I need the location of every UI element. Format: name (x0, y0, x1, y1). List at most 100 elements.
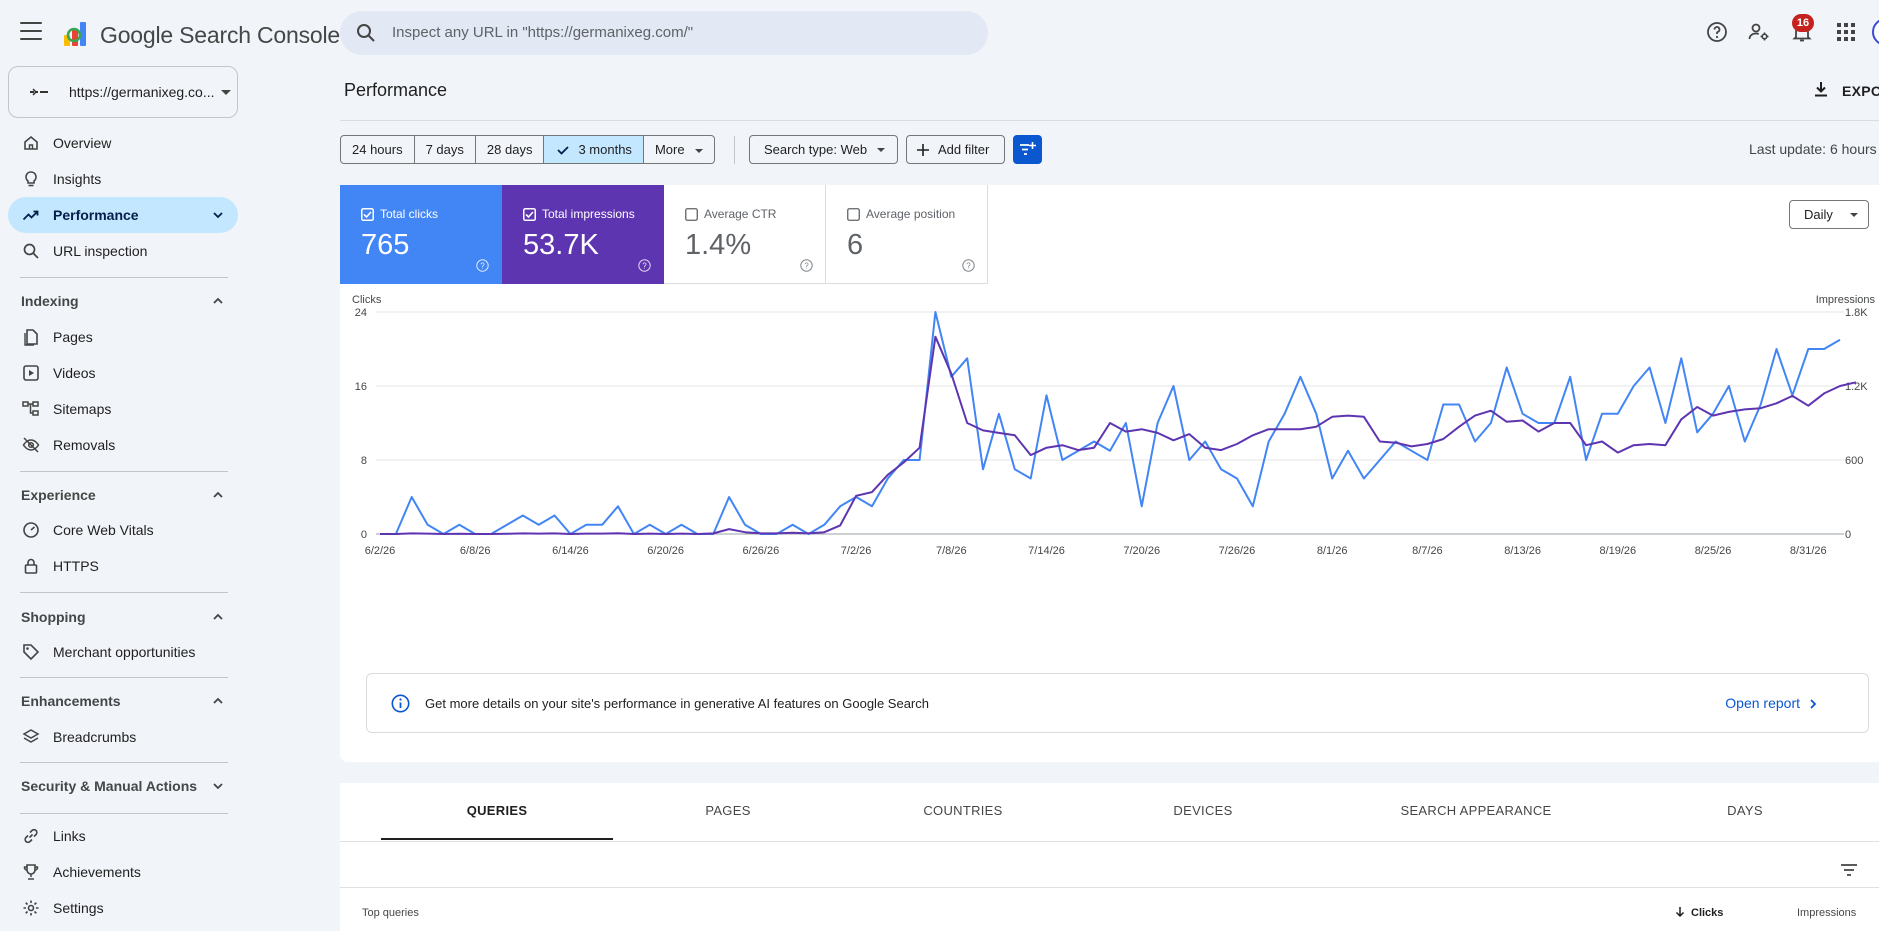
sidebar-item-merchant-opportunities[interactable]: Merchant opportunities (8, 634, 238, 670)
sidebar-section-shopping[interactable]: Shopping (8, 602, 238, 632)
metric-average-position[interactable]: Average position 6 ? (826, 185, 988, 284)
search-icon (23, 243, 39, 259)
sidebar-item-label: Removals (53, 437, 116, 453)
metric-label: Total clicks (380, 207, 439, 221)
help-icon[interactable] (1705, 20, 1729, 44)
trending-up-icon (22, 210, 39, 221)
sidebar-item-url-inspection[interactable]: URL inspection (8, 233, 238, 269)
section-title: Experience (21, 487, 96, 503)
checkbox-unchecked-icon[interactable] (685, 208, 698, 221)
menu-icon[interactable] (20, 22, 42, 40)
range-28-days[interactable]: 28 days (476, 136, 545, 163)
sidebar-section-experience[interactable]: Experience (8, 480, 238, 510)
tab-pages[interactable]: PAGES (613, 783, 843, 840)
sidebar-item-sitemaps[interactable]: Sitemaps (8, 391, 238, 427)
metric-total-clicks[interactable]: Total clicks 765 ? (340, 185, 502, 284)
sidebar-item-links[interactable]: Links (8, 818, 238, 854)
sidebar-item-label: Breadcrumbs (53, 729, 137, 745)
chevron-down-icon (694, 148, 703, 153)
download-icon (1815, 82, 1827, 97)
account-avatar[interactable] (1872, 18, 1879, 46)
check-icon (557, 146, 570, 155)
help-icon[interactable]: ? (476, 259, 489, 272)
layers-icon (22, 729, 40, 743)
notification-badge: 16 (1792, 14, 1814, 32)
tab-days[interactable]: DAYS (1629, 783, 1861, 840)
metric-total-impressions[interactable]: Total impressions 53.7K ? (502, 185, 664, 284)
column-header-impressions[interactable]: Impressions (1797, 907, 1856, 919)
pages-icon (24, 329, 38, 346)
manage-users-icon[interactable] (1747, 20, 1771, 44)
sidebar-item-label: Links (53, 828, 86, 844)
y-left-tick-label: 24 (355, 307, 367, 319)
search-console-logo[interactable] (62, 19, 92, 47)
sidebar-item-achievements[interactable]: Achievements (8, 854, 238, 890)
open-report-link[interactable]: Open report (1725, 695, 1800, 711)
tag-icon (23, 644, 40, 661)
tab-search-appearance[interactable]: SEARCH APPEARANCE (1323, 783, 1629, 840)
column-header-clicks[interactable]: Clicks (1675, 907, 1723, 919)
checkbox-unchecked-icon[interactable] (847, 208, 860, 221)
active-tab-indicator (381, 838, 613, 840)
sidebar-item-overview[interactable]: Overview (8, 125, 238, 161)
chevron-up-icon[interactable] (212, 489, 224, 501)
range-24-hours[interactable]: 24 hours (341, 136, 415, 163)
sidebar-item-insights[interactable]: Insights (8, 161, 238, 197)
help-icon[interactable]: ? (638, 259, 651, 272)
sidebar-section-security[interactable]: Security & Manual Actions (8, 771, 238, 801)
help-icon[interactable]: ? (800, 259, 813, 272)
chevron-up-icon[interactable] (212, 611, 224, 623)
filter-separator (734, 136, 735, 164)
range-3-months[interactable]: 3 months (544, 136, 644, 163)
granularity-select[interactable]: Daily (1789, 200, 1869, 229)
svg-text:?: ? (966, 262, 971, 271)
section-title: Security & Manual Actions (21, 778, 198, 794)
help-icon[interactable]: ? (962, 259, 975, 272)
apps-grid-icon[interactable] (1834, 20, 1858, 44)
search-icon (357, 24, 375, 42)
checkbox-checked-icon[interactable] (361, 208, 374, 221)
add-filter-chip[interactable]: Add filter (906, 135, 1005, 164)
sidebar-item-videos[interactable]: Videos (8, 355, 238, 391)
tab-countries[interactable]: COUNTRIES (843, 783, 1083, 840)
chevron-down-icon[interactable] (212, 780, 224, 792)
range-3-months-label: 3 months (578, 142, 632, 157)
section-title: Shopping (21, 609, 86, 625)
lightbulb-icon (25, 171, 37, 187)
tab-devices[interactable]: DEVICES (1083, 783, 1323, 840)
chevron-up-icon[interactable] (212, 695, 224, 707)
app-title[interactable]: Google Search Console (100, 22, 340, 49)
filter-options-button[interactable] (1013, 135, 1042, 164)
sidebar-item-pages[interactable]: Pages (8, 319, 238, 355)
search-placeholder[interactable]: Inspect any URL in "https://germanixeg.c… (392, 24, 693, 41)
metric-average-ctr[interactable]: Average CTR 1.4% ? (664, 185, 826, 284)
chevron-down-icon[interactable] (212, 209, 224, 221)
eye-off-icon (22, 437, 40, 453)
section-title: Indexing (21, 293, 79, 309)
performance-chart[interactable]: Clicks Impressions 0 0 8 600 16 1.2K 24 1.8K 6/2/2… (340, 295, 1879, 625)
chevron-right-icon[interactable] (1808, 698, 1818, 710)
property-selector[interactable]: https://germanixeg.co... (8, 66, 238, 118)
property-name: https://germanixeg.co... (69, 84, 215, 100)
range-more[interactable]: More (644, 136, 714, 163)
gear-icon (23, 900, 39, 916)
url-inspect-search[interactable]: Inspect any URL in "https://germanixeg.c… (340, 11, 988, 55)
sidebar-item-removals[interactable]: Removals (8, 427, 238, 463)
tab-queries[interactable]: QUERIES (381, 783, 613, 840)
range-7-days[interactable]: 7 days (415, 136, 476, 163)
sidebar-item-core-web-vitals[interactable]: Core Web Vitals (8, 512, 238, 548)
sidebar-item-breadcrumbs[interactable]: Breadcrumbs (8, 719, 238, 755)
sidebar-item-https[interactable]: HTTPS (8, 548, 238, 584)
search-type-chip[interactable]: Search type: Web (749, 135, 898, 164)
sidebar-item-performance[interactable]: Performance (8, 197, 238, 233)
sidebar-item-settings[interactable]: Settings (8, 890, 238, 926)
chevron-up-icon[interactable] (212, 295, 224, 307)
x-tick-label: 7/2/26 (841, 545, 872, 557)
filter-list-icon[interactable] (1840, 863, 1858, 877)
sidebar-section-enhancements[interactable]: Enhancements (8, 686, 238, 716)
y-left-tick-label: 0 (361, 529, 367, 541)
checkbox-checked-icon[interactable] (523, 208, 536, 221)
video-icon (23, 365, 39, 381)
sidebar-section-indexing[interactable]: Indexing (8, 286, 238, 316)
metric-label: Average CTR (704, 207, 777, 221)
